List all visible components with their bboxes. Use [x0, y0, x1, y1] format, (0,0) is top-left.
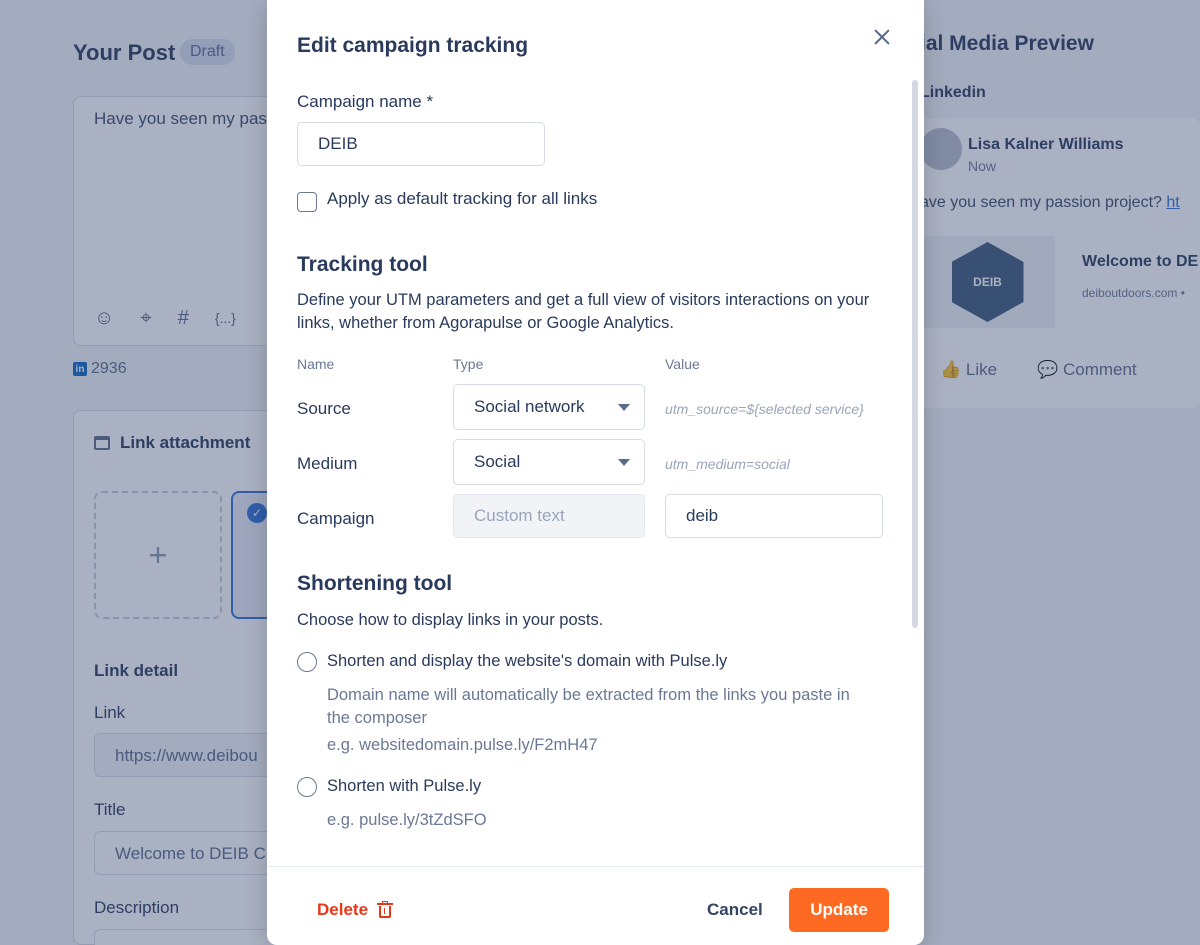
trash-icon	[377, 901, 394, 918]
edit-campaign-tracking-dialog: Edit campaign tracking Campaign name * A…	[267, 0, 924, 945]
chevron-down-icon	[618, 459, 630, 466]
update-button[interactable]: Update	[789, 888, 889, 932]
campaign-label: Campaign	[297, 509, 375, 528]
column-type: Type	[453, 356, 484, 372]
medium-type-value: Social	[474, 452, 521, 471]
shorten-domain-label: Shorten and display the website's domain…	[327, 652, 728, 670]
delete-button[interactable]: Delete	[317, 900, 394, 920]
source-type-select[interactable]: Social network	[453, 384, 645, 430]
source-type-value: Social network	[474, 397, 585, 416]
default-tracking-checkbox[interactable]	[297, 192, 317, 212]
campaign-type-value: Custom text	[474, 506, 565, 525]
tracking-tool-description: Define your UTM parameters and get a ful…	[297, 291, 870, 332]
footer-divider	[267, 866, 924, 867]
column-value: Value	[665, 356, 700, 372]
scrollbar[interactable]	[912, 80, 918, 628]
shorten-pulsely-radio[interactable]	[297, 777, 317, 797]
shorten-domain-example: e.g. websitedomain.pulse.ly/F2mH47	[327, 736, 598, 754]
medium-label: Medium	[297, 454, 358, 473]
shortening-tool-description: Choose how to display links in your post…	[297, 611, 604, 629]
shorten-domain-description: Domain name will automatically be extrac…	[327, 686, 850, 727]
shorten-domain-radio[interactable]	[297, 652, 317, 672]
column-name: Name	[297, 356, 335, 372]
shortening-tool-title: Shortening tool	[297, 572, 453, 595]
campaign-value-input[interactable]	[665, 494, 883, 538]
tracking-tool-title: Tracking tool	[297, 253, 428, 276]
medium-type-select[interactable]: Social	[453, 439, 645, 485]
dialog-title: Edit campaign tracking	[297, 34, 529, 57]
chevron-down-icon	[618, 404, 630, 411]
source-utm-value: utm_source=${selected service}	[665, 401, 864, 417]
shorten-pulsely-label: Shorten with Pulse.ly	[327, 777, 482, 795]
close-icon[interactable]	[871, 26, 893, 48]
delete-label: Delete	[317, 900, 369, 919]
medium-utm-value: utm_medium=social	[665, 456, 790, 472]
source-label: Source	[297, 399, 351, 418]
cancel-button[interactable]: Cancel	[707, 900, 763, 920]
shorten-pulsely-example: e.g. pulse.ly/3tZdSFO	[327, 811, 487, 829]
campaign-name-input[interactable]	[297, 122, 545, 166]
campaign-name-label: Campaign name *	[297, 92, 434, 111]
default-tracking-label: Apply as default tracking for all links	[327, 189, 598, 208]
campaign-type-select: Custom text	[453, 494, 645, 538]
